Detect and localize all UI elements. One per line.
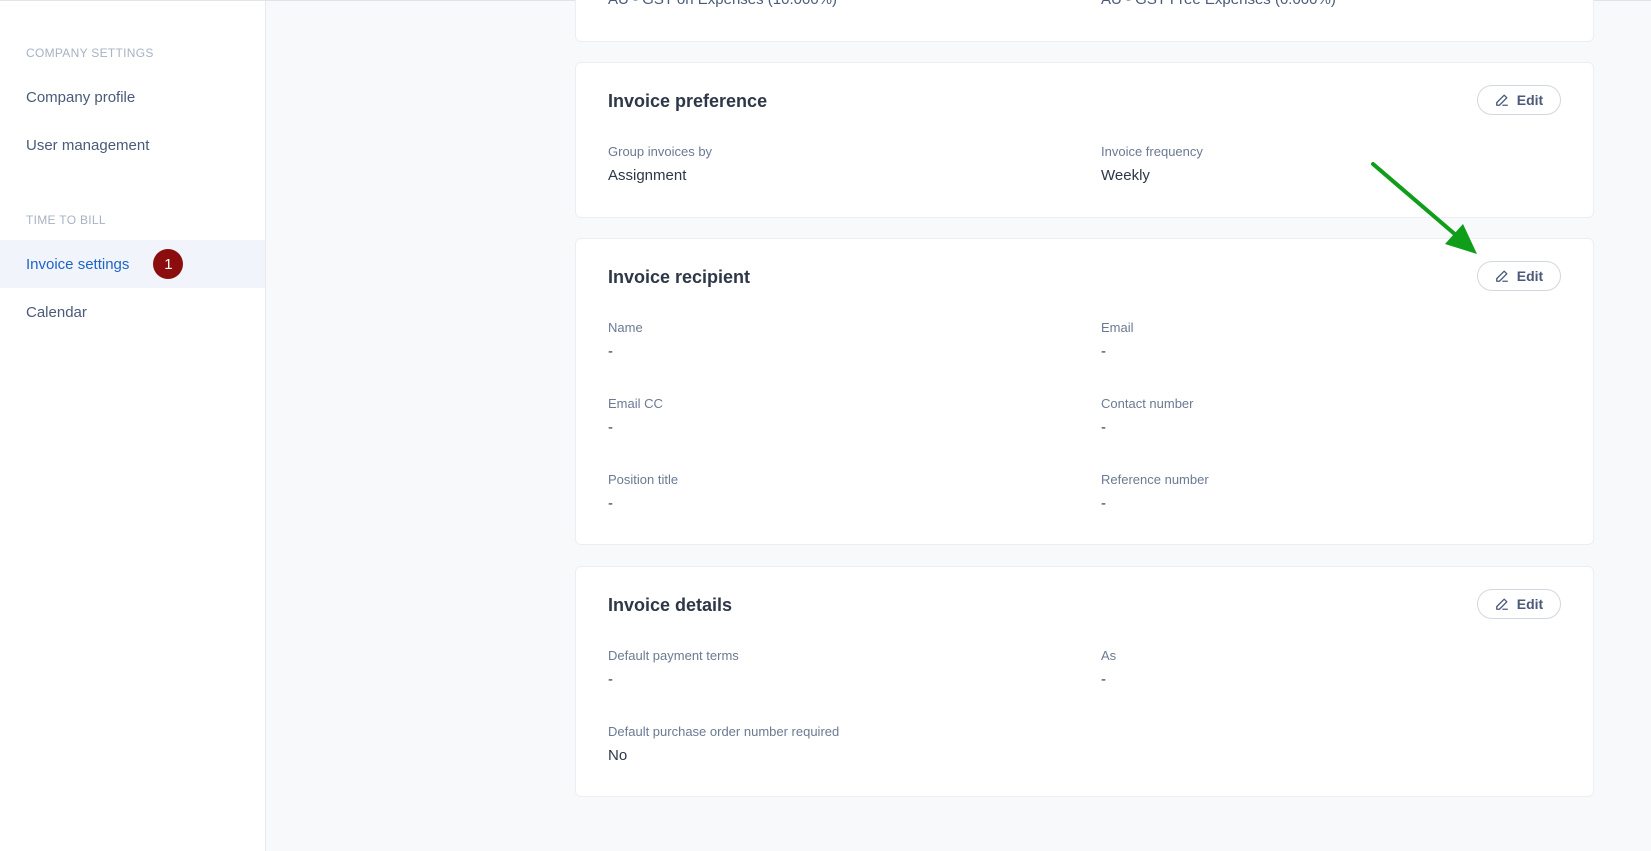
field-label: Contact number	[1101, 396, 1194, 411]
annotation-arrow-icon	[1371, 162, 1477, 254]
field-label: As	[1101, 648, 1117, 663]
edit-label: Edit	[1516, 268, 1544, 284]
field-label: Default payment terms	[608, 648, 739, 663]
field-value: -	[1101, 671, 1106, 688]
sidebar-item-company-profile[interactable]: Company profile	[0, 73, 265, 121]
pencil-icon	[1495, 598, 1508, 610]
card-title: Invoice preference	[608, 91, 768, 111]
field-label: Reference number	[1101, 472, 1209, 487]
sidebar-item-user-management[interactable]: User management	[0, 121, 265, 169]
sidebar-item-calendar[interactable]: Calendar	[0, 288, 265, 336]
field-label: Position title	[608, 472, 679, 487]
section-label-company-settings: COMPANY SETTINGS	[26, 46, 154, 60]
field-value: Assignment	[608, 167, 687, 184]
field-value: -	[608, 343, 613, 360]
sidebar-item-label: Calendar	[26, 303, 87, 321]
field-label: Group invoices by	[608, 144, 713, 159]
invoice-details-edit-button[interactable]: Edit	[1477, 589, 1561, 619]
pencil-icon	[1495, 94, 1508, 106]
field-value: Weekly	[1101, 167, 1150, 184]
field-value: -	[1101, 343, 1106, 360]
invoice-details-card: Invoice details Edit Default payment ter…	[575, 566, 1594, 797]
tax-settings-card: AU - GST on Expenses (10.000%) AU - GST …	[575, 0, 1594, 42]
card-title: Invoice recipient	[608, 267, 751, 287]
sidebar-item-label: Invoice settings	[26, 255, 130, 273]
invoice-recipient-edit-button[interactable]: Edit	[1477, 261, 1561, 291]
field-label: Name	[608, 320, 643, 335]
field-label: Invoice frequency	[1101, 144, 1203, 159]
edit-label: Edit	[1516, 596, 1544, 612]
card-title: Invoice details	[608, 595, 733, 615]
field-value: -	[608, 495, 613, 512]
edit-label: Edit	[1516, 92, 1544, 108]
field-label: Email	[1101, 320, 1134, 335]
field-label: Default purchase order number required	[608, 724, 840, 739]
section-label-time-to-bill: TIME TO BILL	[26, 213, 106, 227]
pencil-icon	[1495, 270, 1508, 282]
tax-left-value: AU - GST on Expenses (10.000%)	[608, 0, 837, 8]
invoice-recipient-card: Invoice recipient Edit Name - Email - Em…	[575, 238, 1594, 545]
field-value: -	[1101, 495, 1106, 512]
field-value: -	[608, 419, 613, 436]
field-value: -	[1101, 419, 1106, 436]
field-value: -	[608, 671, 613, 688]
field-label: Email CC	[608, 396, 663, 411]
sidebar-item-label: User management	[26, 136, 150, 154]
tax-right-value: AU - GST Free Expenses (0.000%)	[1101, 0, 1336, 8]
step-badge: 1	[153, 249, 184, 279]
sidebar-item-invoice-settings[interactable]: Invoice settings 1	[0, 240, 265, 288]
invoice-preference-edit-button[interactable]: Edit	[1477, 85, 1561, 115]
sidebar: COMPANY SETTINGS Company profile User ma…	[0, 1, 266, 851]
sidebar-item-label: Company profile	[26, 88, 136, 106]
field-value: No	[608, 747, 628, 764]
